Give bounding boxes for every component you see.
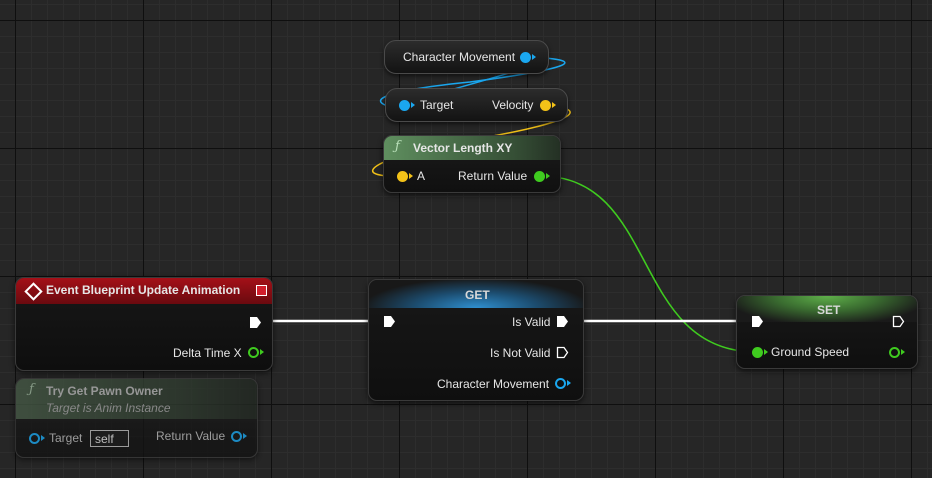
is-not-valid-exec-pin[interactable]	[556, 346, 569, 359]
character-movement-output-pin[interactable]	[520, 52, 531, 63]
get-character-movement-arrow	[567, 380, 571, 386]
try-get-pawn-target-arrow	[41, 435, 45, 441]
try-get-pawn-target-input[interactable]: self	[90, 430, 129, 447]
get-title: GET	[465, 288, 490, 302]
event-title: Event Blueprint Update Animation	[46, 283, 241, 297]
try-get-pawn-target-label: Target	[49, 431, 83, 445]
event-blueprint-update-animation-node[interactable]: Event Blueprint Update Animation Delta T…	[15, 277, 273, 371]
velocity-output-pin[interactable]	[540, 100, 551, 111]
try-get-pawn-target-pin[interactable]	[29, 433, 40, 444]
get-exec-input-pin[interactable]	[383, 315, 396, 328]
try-get-pawn-return-arrow	[243, 433, 247, 439]
delta-time-label: Delta Time X	[173, 346, 242, 360]
vector-length-output-pin[interactable]	[534, 171, 545, 182]
vector-length-output-arrow	[546, 173, 550, 179]
set-exec-input-pin[interactable]	[751, 315, 764, 328]
delta-time-output-arrow	[260, 349, 264, 355]
is-valid-label: Is Valid	[512, 315, 551, 329]
velocity-target-pin[interactable]	[399, 100, 410, 111]
vector-length-input-pin[interactable]	[397, 171, 408, 182]
ground-speed-input-arrow	[764, 349, 768, 355]
vector-length-xy-node[interactable]: ƒ Vector Length XY A Return Value	[383, 135, 561, 193]
try-get-pawn-return-pin[interactable]	[231, 431, 242, 442]
is-not-valid-label: Is Not Valid	[490, 346, 551, 360]
function-icon: ƒ	[29, 382, 34, 397]
get-character-movement-label: Character Movement	[437, 377, 550, 391]
delta-time-output-pin[interactable]	[248, 347, 259, 358]
velocity-target-label: Target	[420, 98, 454, 112]
vector-length-input-label: A	[417, 169, 426, 183]
velocity-target-arrow	[411, 102, 415, 108]
velocity-output-arrow	[552, 102, 556, 108]
ground-speed-label: Ground Speed	[771, 345, 850, 359]
is-valid-exec-pin[interactable]	[556, 315, 569, 328]
set-title: SET	[817, 303, 841, 317]
character-movement-label: Character Movement	[403, 50, 516, 64]
try-get-pawn-title: Try Get Pawn Owner	[46, 384, 163, 398]
velocity-output-label: Velocity	[492, 98, 534, 112]
vector-length-title: Vector Length XY	[413, 141, 513, 155]
ground-speed-output-pin[interactable]	[889, 347, 900, 358]
event-stop-icon[interactable]	[256, 285, 267, 296]
ground-speed-input-pin[interactable]	[752, 347, 763, 358]
vector-length-input-arrow	[409, 173, 413, 179]
character-movement-variable-node[interactable]: Character Movement	[384, 40, 549, 74]
event-exec-output-pin[interactable]	[249, 316, 262, 329]
try-get-pawn-subtitle: Target is Anim Instance	[46, 401, 171, 415]
get-velocity-node[interactable]: Target Velocity	[385, 88, 568, 122]
try-get-pawn-return-label: Return Value	[156, 429, 226, 443]
character-movement-output-arrow	[532, 54, 536, 60]
get-character-movement-pin[interactable]	[555, 378, 566, 389]
function-icon: ƒ	[395, 139, 400, 154]
try-get-pawn-owner-node[interactable]: ƒ Try Get Pawn Owner Target is Anim Inst…	[15, 378, 258, 458]
set-exec-output-pin[interactable]	[892, 315, 905, 328]
ground-speed-output-arrow	[901, 349, 905, 355]
vector-length-output-label: Return Value	[458, 169, 528, 183]
set-ground-speed-node[interactable]: SET Ground Speed	[736, 295, 918, 369]
get-validated-node[interactable]: GET Is Valid Is Not Valid Character Move…	[368, 279, 584, 401]
